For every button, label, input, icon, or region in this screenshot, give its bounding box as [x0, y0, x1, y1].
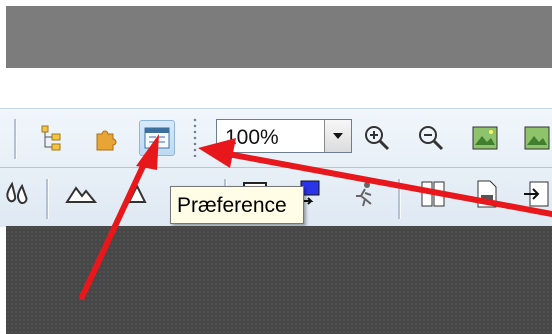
zoom-out-button[interactable]: [414, 121, 448, 155]
page-split-icon: [421, 181, 445, 207]
plugins-button[interactable]: [88, 121, 122, 155]
zoom-in-button[interactable]: [360, 121, 394, 155]
mountains-button[interactable]: [64, 177, 98, 211]
menu-area: [0, 68, 552, 108]
toolbar-row-1: 100%: [0, 109, 552, 168]
tree-view-button[interactable]: [34, 121, 68, 155]
zoom-in-icon: [365, 126, 390, 151]
actual-size-icon: [524, 126, 550, 150]
tooltip: Præference: [170, 186, 304, 224]
page-split-button[interactable]: [416, 177, 450, 211]
mountains-icon: [65, 186, 97, 203]
fit-to-window-button[interactable]: [468, 121, 502, 155]
puzzle-icon: [96, 130, 117, 151]
window-title-bar: [6, 6, 552, 68]
toolbar-separator: [46, 179, 49, 219]
zoom-select[interactable]: 100%: [216, 119, 352, 153]
canvas-area: [6, 226, 552, 334]
document-icon: [477, 180, 497, 208]
document-button[interactable]: [470, 177, 504, 211]
fit-window-icon: [472, 126, 498, 150]
triangle-button[interactable]: [120, 177, 154, 211]
toolbar-separator: [398, 179, 401, 219]
preference-button[interactable]: [139, 120, 175, 156]
zoom-out-icon: [419, 126, 444, 151]
export-icon: [524, 181, 549, 207]
preferences-window-icon: [144, 127, 170, 149]
zoom-value: 100%: [225, 126, 279, 149]
drops-button[interactable]: [0, 177, 34, 211]
drops-icon: [6, 181, 28, 205]
actual-size-button[interactable]: [520, 121, 552, 155]
toolbar-separator: [14, 119, 17, 159]
running-person-icon: [356, 182, 372, 207]
run-button[interactable]: [348, 177, 382, 211]
tree-icon: [41, 125, 61, 151]
dropdown-arrow-icon: [333, 133, 343, 139]
triangle-icon: [127, 183, 147, 203]
export-button[interactable]: [520, 177, 552, 211]
toolbar-grip[interactable]: [193, 117, 197, 157]
zoom-dropdown-button[interactable]: [324, 120, 351, 152]
